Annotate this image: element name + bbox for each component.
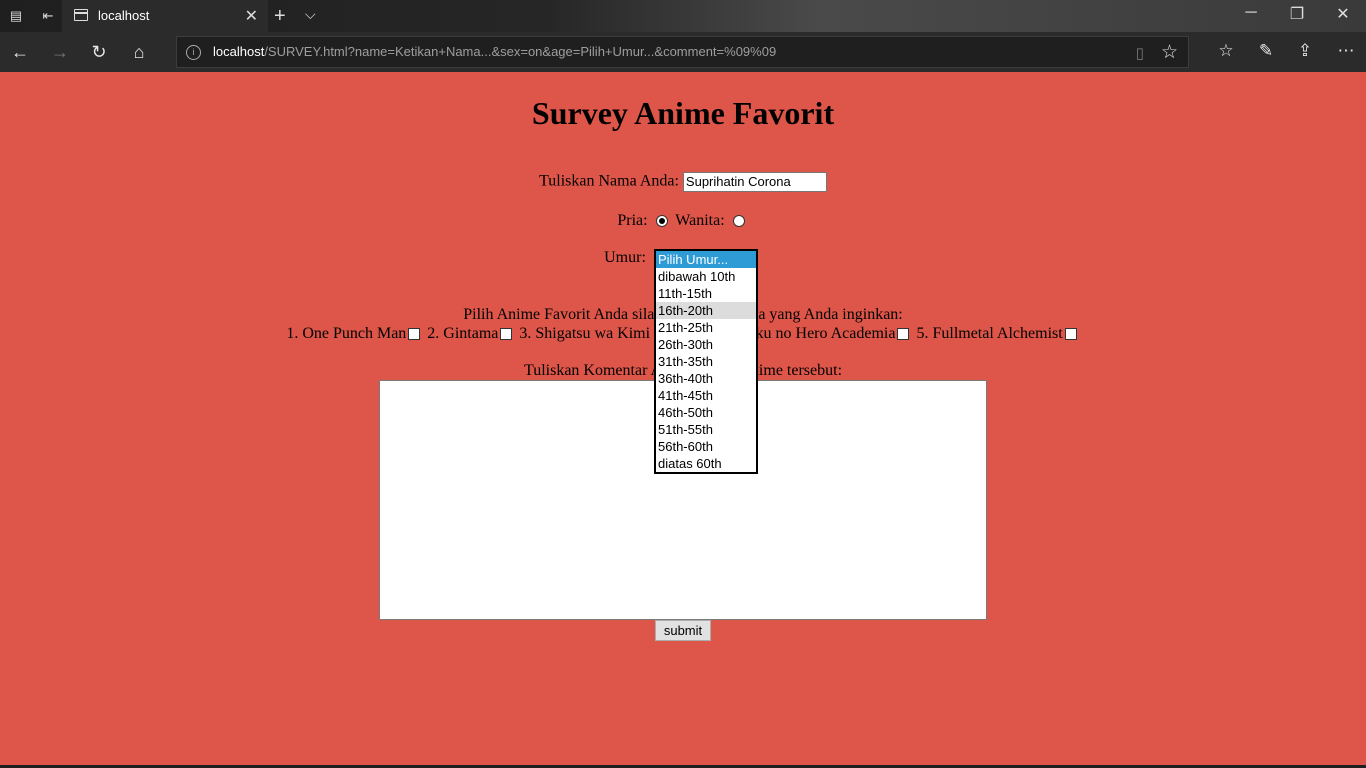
tab-list-chevron-icon[interactable]: ⌵ (305, 6, 316, 23)
name-row: Tuliskan Nama Anda: Suprihatin Corona (0, 172, 1366, 192)
anime-label-5: 5. Fullmetal Alchemist (916, 325, 1063, 342)
page-icon (74, 9, 88, 21)
refresh-icon[interactable]: ↻ (89, 42, 109, 62)
age-option[interactable]: 56th-60th (656, 438, 756, 455)
wanita-label: Wanita: (675, 212, 725, 229)
age-option[interactable]: 41th-45th (656, 387, 756, 404)
age-option[interactable]: 16th-20th (656, 302, 756, 319)
browser-nav-bar: ← → ↻ ⌂ i localhost/SURVEY.html?name=Ket… (0, 32, 1366, 72)
pen-notes-icon[interactable]: ✎ (1255, 41, 1277, 61)
minimize-icon[interactable]: ─ (1228, 4, 1274, 22)
page-title: Survey Anime Favorit (531, 95, 835, 131)
set-tabs-aside-icon[interactable]: ⇤ (40, 8, 56, 24)
close-window-icon[interactable]: ✕ (1320, 4, 1366, 24)
more-icon[interactable]: ⋯ (1335, 41, 1357, 61)
browser-tab[interactable]: localhost ✕ (62, 0, 268, 32)
umur-label: Umur: (604, 249, 646, 266)
anime-label-1: 1. One Punch Man (286, 325, 407, 342)
age-option[interactable]: Pilih Umur... (656, 251, 756, 268)
favorites-icon[interactable]: ☆ (1215, 41, 1237, 61)
age-option[interactable]: 31th-35th (656, 353, 756, 370)
age-option[interactable]: 21th-25th (656, 319, 756, 336)
tab-title: localhost (98, 8, 150, 23)
site-info-icon[interactable]: i (186, 45, 201, 60)
tab-actions-icon[interactable]: ▤ (8, 8, 24, 24)
anime-checkbox-1[interactable] (408, 328, 421, 341)
anime-label-2: 2. Gintama (427, 325, 499, 342)
age-option[interactable]: 51th-55th (656, 421, 756, 438)
name-input[interactable]: Suprihatin Corona (682, 172, 827, 192)
gender-row: Pria: Wanita: (0, 212, 1366, 230)
pria-label: Pria: (617, 212, 648, 229)
age-select-dropdown[interactable]: Pilih Umur... dibawah 10th 11th-15th 16t… (654, 249, 758, 474)
pria-radio[interactable] (655, 215, 668, 228)
age-option[interactable]: diatas 60th (656, 455, 756, 472)
submit-button[interactable]: submit (655, 620, 711, 641)
restore-icon[interactable]: ❐ (1274, 4, 1320, 24)
wanita-radio[interactable] (732, 215, 745, 228)
address-bar[interactable]: i localhost/SURVEY.html?name=Ketikan+Nam… (176, 36, 1189, 68)
url-text[interactable]: localhost/SURVEY.html?name=Ketikan+Nama.… (213, 44, 776, 59)
anime-checkbox-4[interactable] (897, 328, 910, 341)
age-option[interactable]: 46th-50th (656, 404, 756, 421)
forward-icon[interactable]: → (50, 42, 70, 62)
new-tab-icon[interactable]: + (274, 5, 286, 28)
name-label: Tuliskan Nama Anda: (539, 172, 679, 190)
back-icon[interactable]: ← (10, 42, 30, 62)
anime-checkbox-5[interactable] (1064, 328, 1077, 341)
age-option[interactable]: dibawah 10th (656, 268, 756, 285)
reading-view-icon[interactable]: ▯ (1136, 44, 1144, 62)
age-option[interactable]: 11th-15th (656, 285, 756, 302)
anime-checkbox-2[interactable] (500, 328, 513, 341)
share-icon[interactable]: ⇪ (1294, 41, 1316, 61)
home-icon[interactable]: ⌂ (129, 42, 149, 62)
age-option[interactable]: 26th-30th (656, 336, 756, 353)
tab-close-icon[interactable]: ✕ (245, 6, 258, 26)
age-option[interactable]: 36th-40th (656, 370, 756, 387)
browser-title-bar: ▤ ⇤ localhost ✕ + ⌵ ─ ❐ ✕ (0, 0, 1366, 32)
favorite-star-icon[interactable]: ☆ (1161, 41, 1178, 64)
